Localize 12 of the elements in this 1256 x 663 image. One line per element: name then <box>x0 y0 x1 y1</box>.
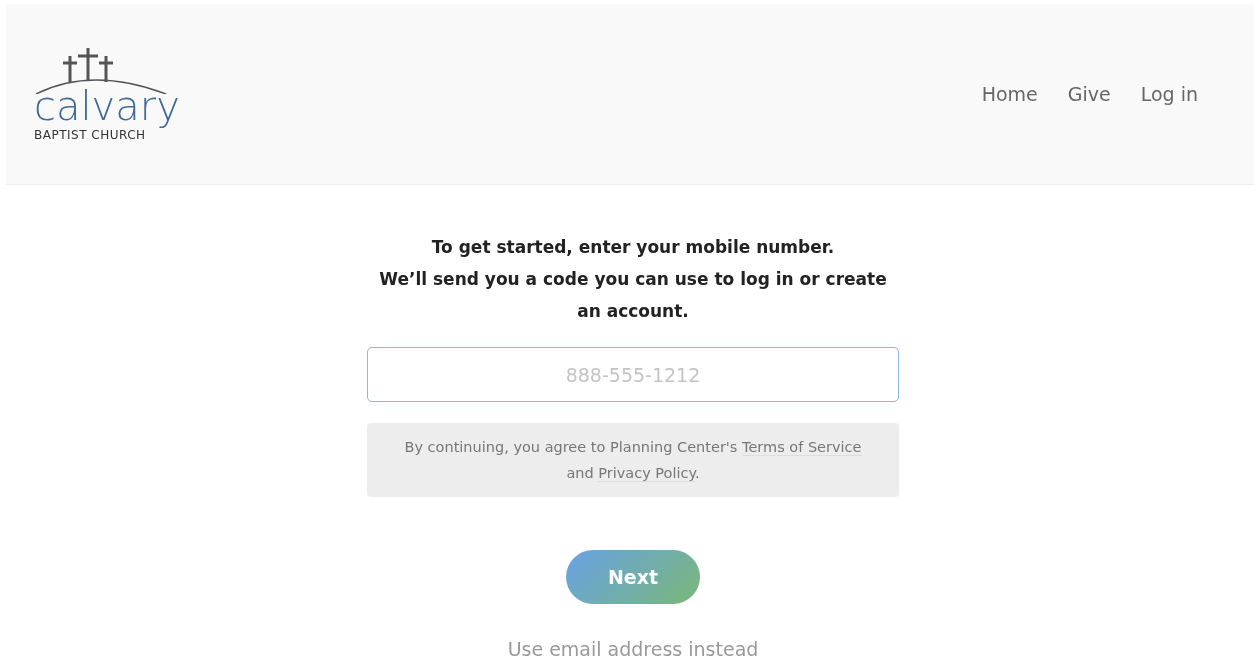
nav-link[interactable]: Home <box>969 77 1050 111</box>
next-button[interactable]: Next <box>566 550 700 604</box>
agreement-text: By continuing, you agree to Planning Center's Terms of Service and Privacy Policy. <box>367 423 899 497</box>
nav-link[interactable]: Give <box>1055 77 1123 111</box>
logo-subtitle: BAPTIST CHURCH <box>34 128 146 142</box>
terms-link[interactable]: Terms of Service <box>742 439 862 456</box>
email-link[interactable]: Use email address instead <box>507 638 759 660</box>
nav-link[interactable]: Log in <box>1128 77 1210 111</box>
privacy-link[interactable]: Privacy Policy <box>598 465 695 482</box>
prompt-text: We’ll send you a code you can use to log in or create an account. <box>378 268 888 323</box>
phone-field[interactable]: 888-555-1212 <box>367 347 899 402</box>
prompt-text: To get started, enter your mobile number. <box>430 236 836 259</box>
